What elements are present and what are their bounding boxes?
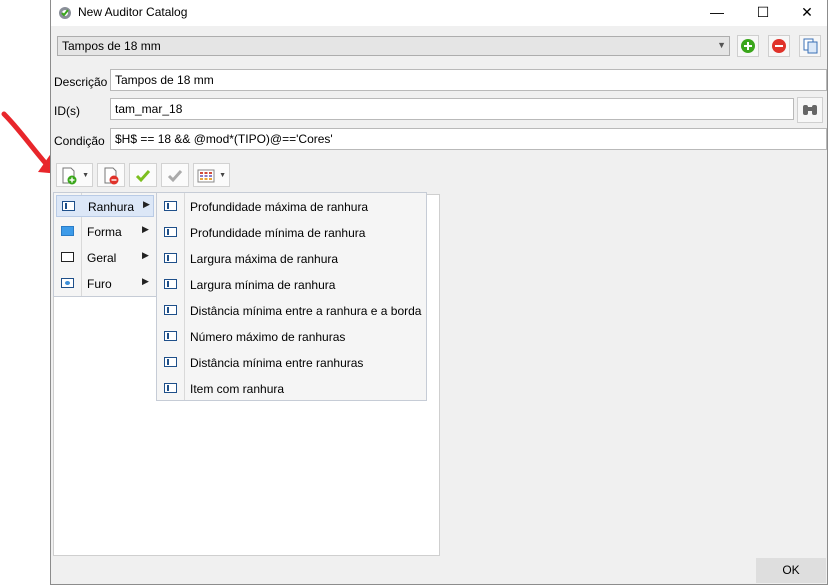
ranhura-icon (164, 357, 177, 367)
ranhura-submenu: Profundidade máxima de ranhura Profundid… (156, 192, 427, 401)
check-green-icon (135, 170, 151, 183)
minimize-button[interactable]: — (695, 0, 739, 26)
ranhura-icon (164, 331, 177, 341)
chevron-down-icon: ▼ (717, 40, 726, 50)
furo-icon (61, 278, 74, 288)
descricao-field[interactable]: Tampos de 18 mm (110, 69, 827, 91)
ok-button[interactable]: OK (756, 558, 826, 583)
condicao-label: Condição (54, 134, 105, 148)
menu-item-forma[interactable]: Forma ▶ (56, 221, 154, 243)
add-icon (741, 39, 755, 53)
remove-rule-icon (104, 167, 119, 185)
submenu-item-label: Profundidade mínima de ranhura (190, 226, 366, 240)
submenu-item[interactable]: Largura mínima de ranhura (159, 274, 424, 296)
submenu-item-label: Item com ranhura (190, 382, 285, 396)
close-button[interactable]: ✕ (785, 0, 829, 26)
remove-catalog-button[interactable] (768, 35, 790, 57)
catalog-select[interactable]: Tampos de 18 mm ▼ (57, 36, 730, 56)
submenu-item-label: Profundidade máxima de ranhura (190, 200, 369, 214)
menu-item-label: Geral (87, 251, 117, 265)
chevron-down-icon: ▼ (219, 172, 226, 179)
binoculars-icon (803, 105, 817, 115)
submenu-item-label: Distância mínima entre ranhuras (190, 356, 364, 370)
submenu-item[interactable]: Distância mínima entre a ranhura e a bor… (159, 300, 424, 322)
grid-options-dropdown-button[interactable]: ▼ (193, 163, 230, 187)
submenu-arrow-icon: ▶ (142, 250, 149, 260)
grid-icon (197, 169, 215, 183)
add-rule-menu: Ranhura ▶ Forma ▶ Geral ▶ Furo ▶ (53, 192, 157, 297)
submenu-item[interactable]: Número máximo de ranhuras (159, 326, 424, 348)
window-title: New Auditor Catalog (78, 5, 188, 19)
menu-item-label: Ranhura (88, 200, 135, 214)
title-bar: New Auditor Catalog — ☐ ✕ (51, 0, 827, 26)
ranhura-icon (164, 383, 177, 393)
submenu-item-label: Número máximo de ranhuras (190, 330, 346, 344)
add-rule-dropdown-button[interactable]: ▼ (56, 163, 93, 187)
submenu-item[interactable]: Profundidade máxima de ranhura (159, 196, 424, 218)
validate-disabled-button[interactable] (161, 163, 189, 187)
ranhura-icon (164, 227, 177, 237)
copy-catalog-button[interactable] (799, 35, 821, 57)
submenu-item[interactable]: Item com ranhura (159, 378, 424, 400)
submenu-item-label: Largura máxima de ranhura (190, 252, 339, 266)
add-catalog-button[interactable] (737, 35, 759, 57)
submenu-item[interactable]: Profundidade mínima de ranhura (159, 222, 424, 244)
check-gray-icon (167, 170, 183, 183)
copy-icon (803, 38, 818, 54)
forma-icon (61, 226, 74, 236)
maximize-button[interactable]: ☐ (741, 0, 785, 26)
submenu-arrow-icon: ▶ (142, 276, 149, 286)
condicao-field[interactable]: $H$ == 18 && @mod*(TIPO)@=='Cores' (110, 128, 827, 150)
ranhura-icon (62, 201, 75, 211)
submenu-arrow-icon: ▶ (143, 199, 150, 209)
ranhura-icon (164, 201, 177, 211)
menu-item-label: Forma (87, 225, 122, 239)
ranhura-icon (164, 305, 177, 315)
add-rule-icon (62, 167, 77, 185)
remove-rule-button[interactable] (97, 163, 125, 187)
menu-item-ranhura[interactable]: Ranhura ▶ (56, 195, 154, 217)
submenu-item[interactable]: Largura máxima de ranhura (159, 248, 424, 270)
remove-icon (772, 39, 786, 53)
chevron-down-icon: ▼ (82, 172, 89, 179)
descricao-label: Descrição (54, 75, 108, 89)
menu-item-geral[interactable]: Geral ▶ (56, 247, 154, 269)
catalog-select-value: Tampos de 18 mm (62, 39, 161, 53)
ranhura-icon (164, 253, 177, 263)
ids-label: ID(s) (54, 104, 80, 118)
submenu-item[interactable]: Distância mínima entre ranhuras (159, 352, 424, 374)
geral-icon (61, 252, 74, 262)
menu-item-label: Furo (87, 277, 112, 291)
search-ids-button[interactable] (797, 97, 823, 123)
submenu-arrow-icon: ▶ (142, 224, 149, 234)
submenu-item-label: Largura mínima de ranhura (190, 278, 336, 292)
app-icon (59, 7, 71, 19)
ids-field[interactable]: tam_mar_18 (110, 98, 794, 120)
menu-item-furo[interactable]: Furo ▶ (56, 273, 154, 295)
submenu-item-label: Distância mínima entre a ranhura e a bor… (190, 304, 422, 318)
validate-button[interactable] (129, 163, 157, 187)
ranhura-icon (164, 279, 177, 289)
